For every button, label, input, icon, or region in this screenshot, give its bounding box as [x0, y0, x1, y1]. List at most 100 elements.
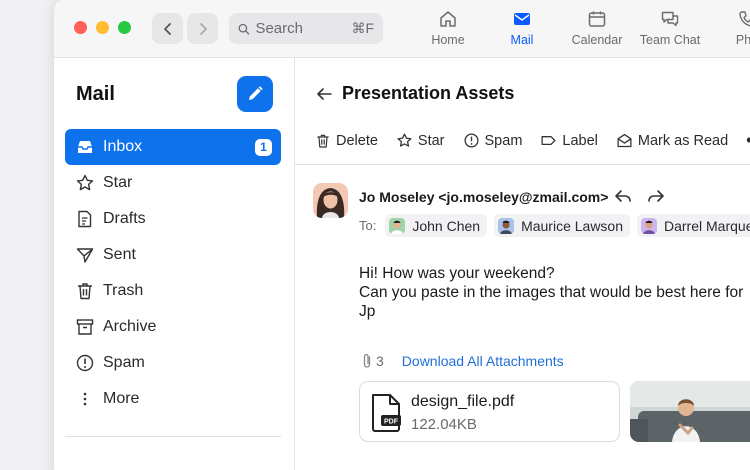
body-line: Jp	[359, 303, 376, 320]
sidebar-title: Mail	[76, 83, 115, 105]
sidebar-item-drafts[interactable]: Drafts	[65, 201, 281, 237]
image-attachment-thumbnail[interactable]	[630, 381, 750, 442]
pencil-icon	[249, 86, 263, 100]
recipient-chip[interactable]: Darrel Marquez	[637, 214, 750, 237]
recipient-avatar	[389, 217, 406, 234]
sidebar-item-spam[interactable]: Spam	[65, 345, 281, 381]
app-window: ⌘F Home Mail Calendar Team Chat Pho Mail	[54, 0, 750, 470]
sidebar-item-star[interactable]: Star	[65, 165, 281, 201]
sidebar-item-label: Drafts	[103, 210, 146, 227]
sidebar-item-trash[interactable]: Trash	[65, 273, 281, 309]
recipient-chip[interactable]: Maurice Lawson	[494, 214, 630, 237]
to-label: To:	[359, 218, 377, 233]
tab-calendar-label: Calendar	[571, 33, 623, 47]
more-vertical-icon	[75, 389, 95, 409]
label-button[interactable]: Label	[540, 132, 598, 149]
sidebar-folder-list: Inbox 1 Star Drafts Sent Trash Archive S…	[65, 129, 281, 417]
spam-icon	[464, 133, 479, 148]
sent-icon	[75, 245, 95, 265]
calendar-icon	[588, 11, 606, 27]
spam-icon	[75, 353, 95, 373]
spam-label: Spam	[484, 132, 523, 149]
search-shortcut-hint: ⌘F	[351, 20, 374, 36]
recipients-row: To: John Chen Maurice Lawson Darrel Marq…	[359, 214, 750, 237]
sidebar-item-archive[interactable]: Archive	[65, 309, 281, 345]
trash-icon	[317, 134, 329, 148]
sidebar-item-sent[interactable]: Sent	[65, 237, 281, 273]
pdf-type-label: PDF	[384, 419, 399, 426]
mark-as-read-label: Mark as Read	[637, 132, 729, 149]
recipient-name: Darrel Marquez	[664, 217, 750, 234]
tab-mail-label: Mail	[510, 33, 534, 47]
envelope-open-icon	[617, 133, 632, 148]
tab-phone[interactable]: Pho	[709, 9, 750, 47]
sidebar-item-label: Spam	[103, 354, 145, 371]
body-line: Hi! How was your weekend?	[359, 265, 555, 282]
delete-label: Delete	[336, 132, 378, 149]
more-actions-button[interactable]: •••	[746, 130, 750, 151]
home-icon	[440, 11, 456, 27]
attachments-header: 3 Download All Attachments	[361, 353, 564, 369]
forward-icon[interactable]	[646, 188, 666, 206]
tab-home-label: Home	[431, 33, 465, 47]
download-all-link[interactable]: Download All Attachments	[402, 353, 564, 369]
recipient-avatar	[641, 217, 657, 234]
delete-button[interactable]: Delete	[315, 133, 378, 149]
toolbar-divider	[295, 164, 750, 165]
search-box[interactable]: ⌘F	[229, 13, 383, 44]
paperclip-icon	[363, 353, 371, 368]
mark-as-read-button[interactable]: Mark as Read	[616, 132, 728, 149]
sidebar-item-label: Star	[103, 174, 133, 191]
tab-home[interactable]: Home	[410, 9, 486, 47]
chat-icon	[661, 11, 679, 27]
mail-sidebar: Mail Inbox 1 Star Drafts Sent Trash Arch…	[54, 58, 295, 470]
chevron-right-icon	[199, 22, 207, 35]
forward-button[interactable]	[187, 13, 218, 44]
arrow-left-icon[interactable]	[315, 86, 333, 102]
close-window-button[interactable]	[74, 21, 87, 34]
tab-team-chat-label: Team Chat	[639, 33, 701, 47]
sidebar-item-label: Trash	[103, 282, 144, 299]
pdf-file-icon: PDF	[372, 394, 401, 432]
recipient-name: John Chen	[412, 217, 481, 234]
compose-button[interactable]	[237, 76, 273, 112]
email-body: Hi! How was your weekend? Can you paste …	[359, 264, 743, 321]
label-tag-icon	[541, 136, 556, 145]
spam-button[interactable]: Spam	[463, 132, 523, 149]
sidebar-item-label: More	[103, 390, 140, 407]
zoom-window-button[interactable]	[118, 21, 131, 34]
sidebar-item-label: Inbox	[103, 138, 143, 155]
tab-team-chat[interactable]: Team Chat	[632, 9, 708, 47]
unread-count-badge: 1	[255, 138, 272, 156]
sidebar-item-inbox[interactable]: Inbox 1	[65, 129, 281, 165]
sidebar-divider	[65, 436, 281, 437]
tab-calendar[interactable]: Calendar	[559, 9, 635, 47]
star-button[interactable]: Star	[396, 132, 445, 149]
label-label: Label	[562, 132, 598, 149]
email-toolbar: Delete Star Spam Label Mark as Read •••	[315, 130, 750, 151]
attachment-count: 3	[376, 353, 384, 369]
sender-name-email: Jo Moseley <jo.moseley@zmail.com>	[359, 189, 609, 205]
star-label: Star	[417, 132, 445, 149]
star-icon	[75, 173, 95, 193]
sidebar-item-label: Sent	[103, 246, 136, 263]
back-button[interactable]	[152, 13, 183, 44]
star-icon	[397, 133, 412, 147]
inbox-icon	[75, 137, 95, 157]
search-input[interactable]	[255, 20, 352, 37]
reply-icon[interactable]	[613, 188, 633, 206]
tab-phone-label: Pho	[735, 33, 750, 47]
recipient-name: Maurice Lawson	[521, 217, 623, 234]
attachment-card[interactable]: PDF design_file.pdf 122.04KB	[359, 381, 620, 442]
mail-icon	[514, 13, 530, 25]
body-line: Can you paste in the images that would b…	[359, 284, 744, 301]
attachment-file-size: 122.04KB	[411, 416, 477, 433]
recipient-avatar	[498, 217, 515, 234]
recipient-chip[interactable]: John Chen	[385, 214, 488, 237]
attachment-file-name: design_file.pdf	[411, 393, 515, 410]
minimize-window-button[interactable]	[96, 21, 109, 34]
tab-mail[interactable]: Mail	[484, 9, 560, 47]
email-view: Presentation Assets Delete Star Spam Lab…	[295, 58, 750, 470]
title-bar: ⌘F Home Mail Calendar Team Chat Pho	[54, 0, 750, 58]
sidebar-item-more[interactable]: More	[65, 381, 281, 417]
